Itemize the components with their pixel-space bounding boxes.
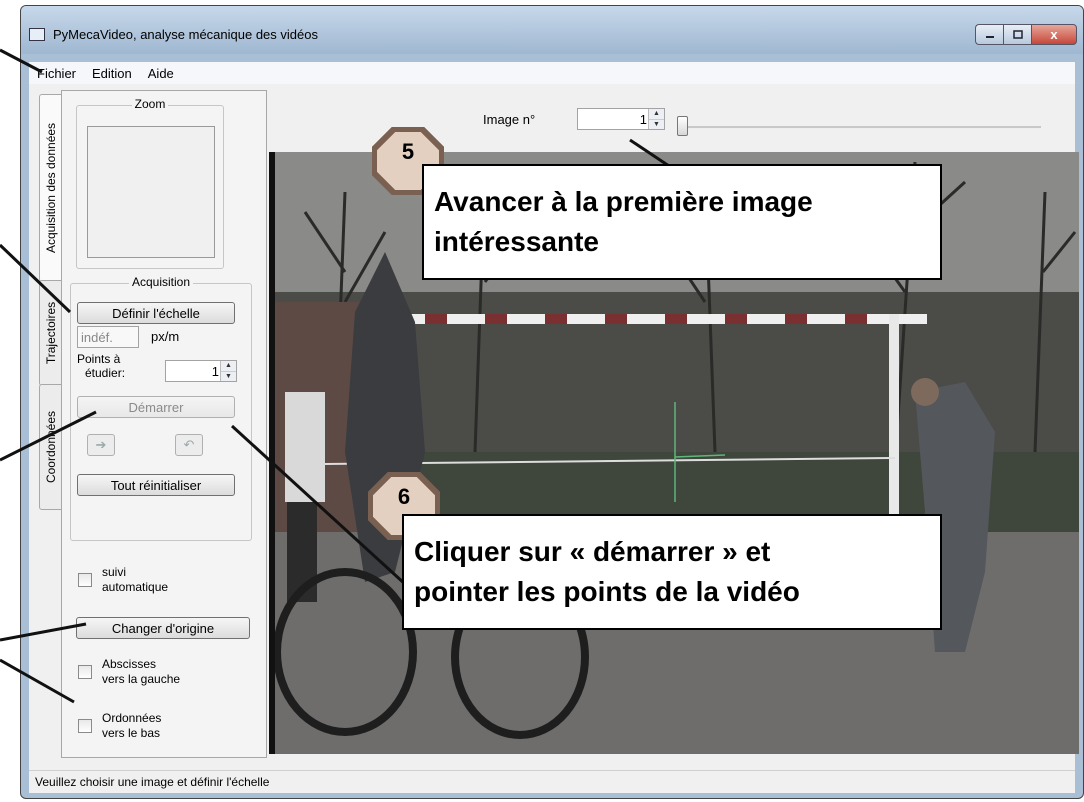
points-label-line1: Points à (77, 352, 121, 366)
maximize-button[interactable] (1003, 24, 1031, 45)
minimize-button[interactable] (975, 24, 1003, 45)
auto-follow-checkbox[interactable] (78, 573, 92, 587)
image-slider-handle[interactable] (677, 116, 688, 136)
start-button[interactable]: Démarrer (77, 396, 235, 418)
status-bar: Veuillez choisir une image et définir l'… (29, 770, 1075, 793)
define-scale-button[interactable]: Définir l'échelle (77, 302, 235, 324)
change-origin-button[interactable]: Changer d'origine (76, 617, 250, 639)
window-title: PyMecaVideo, analyse mécanique des vidéo… (53, 27, 318, 42)
scale-unit: px/m (151, 329, 180, 344)
points-down-arrow-icon[interactable]: ▼ (221, 370, 236, 381)
step-6-number: 6 (397, 484, 411, 509)
abscissa-left-label: Abscisses vers la gauche (102, 657, 181, 686)
tab-acquisition[interactable]: Acquisition des données (39, 94, 62, 282)
step-5-number: 5 (401, 139, 415, 164)
arrow-right-icon: ➔ (95, 437, 107, 452)
scale-field[interactable]: indéf. (77, 326, 139, 348)
step-5-line2: intéressante (434, 226, 599, 257)
image-number-label: Image n° (483, 112, 536, 127)
acquisition-panel: Zoom Acquisition Définir l'échelle indéf… (61, 90, 267, 758)
points-spinbox[interactable]: 1 ▲ ▼ (165, 360, 237, 382)
image-number-spinbox[interactable]: 1 ▲ ▼ (577, 108, 665, 130)
step-6-line2: pointer les points de la vidéo (414, 576, 800, 607)
minimize-icon (985, 35, 994, 38)
next-point-button[interactable]: ➔ (87, 434, 115, 456)
image-down-arrow-icon[interactable]: ▼ (649, 118, 664, 129)
ordinate-down-checkbox[interactable] (78, 719, 92, 733)
menu-fichier[interactable]: Fichier (37, 66, 76, 81)
acquisition-title: Acquisition (128, 275, 194, 289)
tab-coordonnees-label: Coordonnées (44, 410, 58, 484)
image-slider[interactable] (681, 126, 1041, 129)
reset-all-button[interactable]: Tout réinitialiser (77, 474, 235, 496)
ordinate-down-label: Ordonnées vers le bas (102, 711, 162, 740)
app-icon (29, 28, 45, 41)
zoom-title: Zoom (131, 97, 169, 111)
tab-trajectoires[interactable]: Trajectoires (39, 280, 63, 386)
window-controls: x (975, 24, 1077, 45)
points-value: 1 (211, 364, 219, 379)
tab-coordonnees[interactable]: Coordonnées (39, 384, 63, 510)
title-bar[interactable]: PyMecaVideo, analyse mécanique des vidéo… (21, 6, 1083, 54)
menu-edition[interactable]: Edition (92, 66, 132, 81)
step-5-callout: Avancer à la première image intéressante (422, 164, 942, 280)
close-icon: x (1050, 27, 1058, 42)
image-number-value: 1 (639, 112, 647, 127)
points-label-line2: étudier: (85, 366, 126, 380)
auto-follow-label: suivi automatique (102, 565, 169, 594)
arrow-back-icon: ↶ (183, 437, 195, 452)
abscissa-left-checkbox[interactable] (78, 665, 92, 679)
step-6-callout: Cliquer sur « démarrer » et pointer les … (402, 514, 942, 630)
step-6-line1: Cliquer sur « démarrer » et (414, 536, 771, 567)
menu-bar: Fichier Edition Aide (29, 62, 1075, 84)
image-up-arrow-icon[interactable]: ▲ (649, 109, 664, 119)
tab-acquisition-label: Acquisition des données (44, 122, 58, 254)
step-5-line1: Avancer à la première image (434, 186, 813, 217)
zoom-view (87, 126, 215, 258)
tab-trajectoires-label: Trajectoires (44, 301, 58, 365)
acquisition-group: Acquisition Définir l'échelle indéf. px/… (70, 275, 252, 541)
close-button[interactable]: x (1031, 24, 1077, 45)
menu-aide[interactable]: Aide (148, 66, 174, 81)
app-window: PyMecaVideo, analyse mécanique des vidéo… (20, 5, 1084, 799)
zoom-group: Zoom (76, 97, 224, 269)
undo-point-button[interactable]: ↶ (175, 434, 203, 456)
maximize-icon (1012, 30, 1023, 39)
points-up-arrow-icon[interactable]: ▲ (221, 361, 236, 371)
